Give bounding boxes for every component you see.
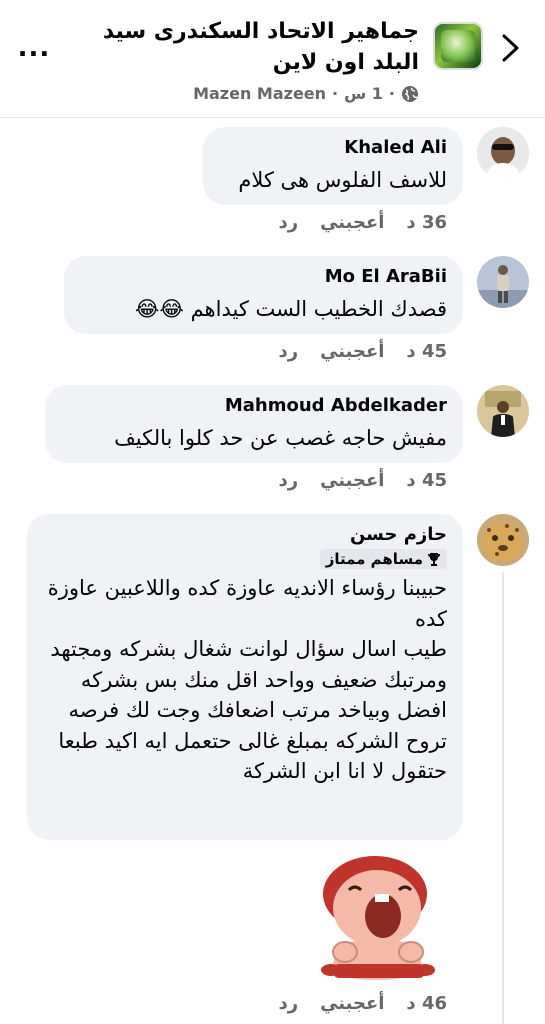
comment-bubble[interactable]: Mahmoud Abdelkader مفيش حاجه غصب عن حد ك… (45, 385, 463, 463)
globe-icon (402, 85, 418, 102)
comment-author[interactable]: Mo El AraBii (80, 265, 447, 289)
comment-actions: 45 د أعجبني رد (278, 341, 447, 362)
more-icon: ... (17, 33, 51, 63)
comment-author[interactable]: Khaled Ali (219, 136, 447, 160)
comment-author[interactable]: حازم حسن (43, 523, 447, 547)
reply-button[interactable]: رد (278, 212, 298, 233)
avatar[interactable] (477, 385, 529, 437)
comment-time[interactable]: 45 د (406, 341, 447, 362)
comment-time[interactable]: 46 د (406, 993, 447, 1014)
group-title[interactable]: جماهير الاتحاد السكندرى سيد البلد اون لا… (79, 16, 419, 78)
reply-button[interactable]: رد (278, 993, 298, 1014)
back-button[interactable] (491, 28, 531, 68)
comment-item: Mahmoud Abdelkader مفيش حاجه غصب عن حد ك… (16, 385, 529, 497)
like-button[interactable]: أعجبني (320, 993, 384, 1014)
avatar[interactable] (477, 514, 529, 566)
comment-bubble[interactable]: حازم حسن مساهم ممتاز حبيبنا رؤساء الاندي… (27, 514, 463, 840)
comment-actions: 36 د أعجبني رد (278, 212, 447, 233)
comment-time[interactable]: 36 د (406, 212, 447, 233)
post-author[interactable]: Mazen Mazeen (193, 84, 326, 103)
comment-item: حازم حسن مساهم ممتاز حبيبنا رؤساء الاندي… (16, 514, 529, 1024)
post-time[interactable]: 1 س (344, 84, 383, 103)
comment-actions: 46 د أعجبني رد (278, 993, 447, 1014)
avatar[interactable] (477, 127, 529, 179)
like-button[interactable]: أعجبني (320, 341, 384, 362)
post-header: جماهير الاتحاد السكندرى سيد البلد اون لا… (0, 0, 545, 118)
top-contributor-badge[interactable]: مساهم ممتاز (319, 549, 447, 569)
comment-sticker[interactable] (315, 854, 437, 982)
comment-time[interactable]: 45 د (406, 470, 447, 491)
reply-button[interactable]: رد (278, 470, 298, 491)
avatar[interactable] (477, 256, 529, 308)
more-options-button[interactable]: ... (14, 28, 54, 68)
comment-item: Khaled Ali للاسف الفلوس هى كلام 36 د أعج… (16, 127, 529, 239)
comment-bubble[interactable]: Khaled Ali للاسف الفلوس هى كلام (203, 127, 463, 205)
comment-item: Mo El AraBii قصدك الخطيب الست كيداهم 😂😂 … (16, 256, 529, 368)
comment-text: حبيبنا رؤساء الانديه عاوزة كده واللاعبين… (47, 576, 447, 783)
like-button[interactable]: أعجبني (320, 212, 384, 233)
trophy-icon (428, 553, 440, 566)
comment-text: مفيش حاجه غصب عن حد كلوا بالكيف (114, 426, 447, 450)
comment-text: للاسف الفلوس هى كلام (238, 168, 447, 192)
group-thumbnail[interactable] (433, 22, 483, 70)
comment-actions: 45 د أعجبني رد (278, 470, 447, 491)
comment-text: قصدك الخطيب الست كيداهم 😂😂 (134, 297, 447, 321)
comment-bubble[interactable]: Mo El AraBii قصدك الخطيب الست كيداهم 😂😂 (64, 256, 463, 334)
comment-author[interactable]: Mahmoud Abdelkader (61, 394, 447, 418)
post-meta: · 1 س · Mazen Mazeen (193, 84, 419, 103)
chevron-right-icon (502, 34, 519, 62)
reply-button[interactable]: رد (278, 341, 298, 362)
like-button[interactable]: أعجبني (320, 470, 384, 491)
